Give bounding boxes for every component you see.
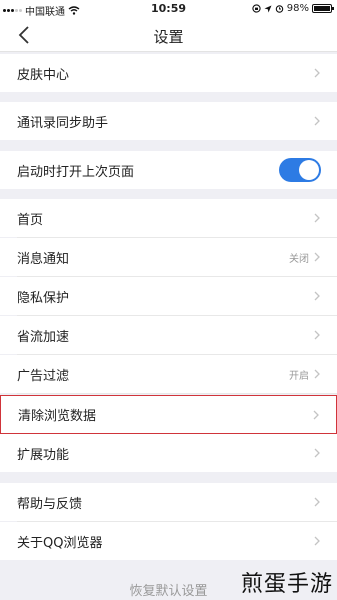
row-label: 首页	[17, 212, 44, 228]
row-label: 皮肤中心	[17, 67, 70, 83]
chevron-right-icon	[314, 330, 320, 340]
settings-row-ad-filter[interactable]: 广告过滤 开启	[0, 355, 337, 393]
chevron-right-icon	[314, 448, 320, 458]
status-right: 98%	[252, 3, 334, 14]
settings-row-open-last-page: 启动时打开上次页面	[0, 151, 337, 189]
settings-row-skin-center[interactable]: 皮肤中心	[0, 54, 337, 92]
toggle-knob	[299, 160, 319, 180]
settings-row-clear-data[interactable]: 清除浏览数据	[0, 395, 337, 434]
battery-icon	[312, 4, 334, 13]
row-label: 关于QQ浏览器	[17, 535, 103, 551]
open-last-page-toggle[interactable]	[279, 158, 321, 182]
row-label: 广告过滤	[17, 368, 70, 384]
row-label: 省流加速	[17, 329, 70, 345]
rotation-lock-icon	[252, 4, 261, 13]
row-label: 清除浏览数据	[18, 409, 97, 424]
row-value: 开启	[289, 370, 309, 382]
chevron-right-icon	[314, 252, 320, 262]
chevron-right-icon	[314, 116, 320, 126]
settings-row-notifications[interactable]: 消息通知 关闭	[0, 238, 337, 276]
battery-fill	[314, 6, 330, 11]
chevron-right-icon	[314, 369, 320, 379]
settings-row-help-feedback[interactable]: 帮助与反馈	[0, 483, 337, 521]
nav-bar: 设置	[0, 18, 337, 52]
chevron-right-icon	[314, 213, 320, 223]
page-title: 设置	[153, 28, 184, 46]
settings-row-extensions[interactable]: 扩展功能	[0, 434, 337, 472]
row-label: 扩展功能	[17, 447, 70, 463]
row-value: 关闭	[289, 253, 309, 265]
settings-row-about[interactable]: 关于QQ浏览器	[0, 522, 337, 560]
settings-row-contacts-sync[interactable]: 通讯录同步助手	[0, 102, 337, 140]
row-label: 消息通知	[17, 251, 70, 267]
settings-row-data-saver[interactable]: 省流加速	[0, 316, 337, 354]
chevron-right-icon	[314, 497, 320, 507]
settings-row-home[interactable]: 首页	[0, 199, 337, 237]
row-label: 通讯录同步助手	[17, 115, 109, 131]
chevron-right-icon	[314, 291, 320, 301]
settings-row-privacy[interactable]: 隐私保护	[0, 277, 337, 315]
watermark: 煎蛋手游	[240, 572, 333, 597]
battery-percent: 98%	[286, 3, 309, 14]
location-arrow-icon	[264, 5, 272, 12]
alarm-clock-icon	[275, 5, 284, 13]
row-label: 隐私保护	[17, 290, 70, 306]
chevron-right-icon	[314, 68, 320, 78]
chevron-right-icon	[314, 536, 320, 546]
row-label: 启动时打开上次页面	[17, 164, 135, 180]
row-label: 帮助与反馈	[17, 496, 83, 512]
status-bar: 中国联通 10:59 98%	[0, 0, 337, 18]
row-divider	[17, 393, 337, 394]
chevron-right-icon	[313, 410, 319, 419]
